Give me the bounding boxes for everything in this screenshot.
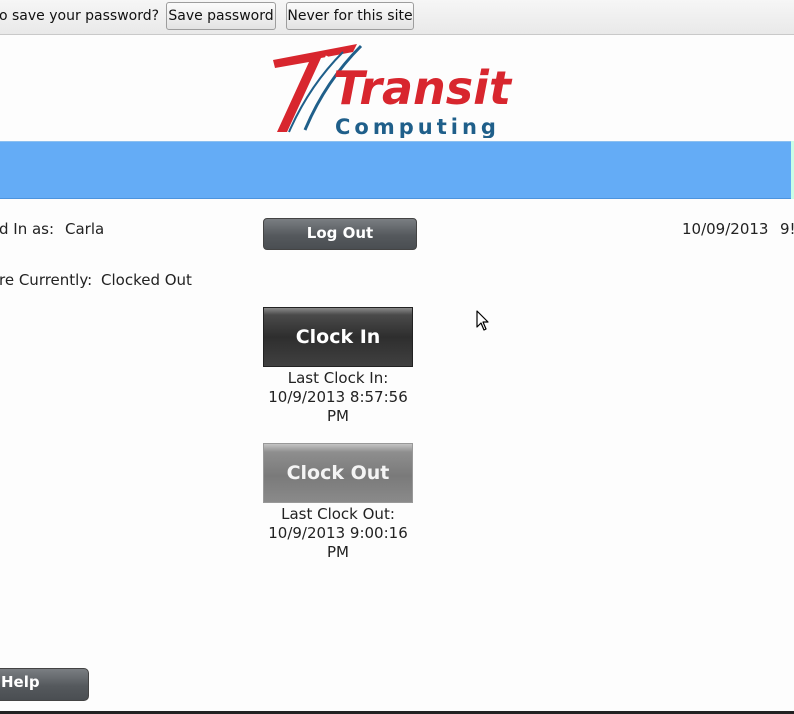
last-clock-in-label: Last Clock In: xyxy=(287,369,389,387)
last-clock-out: Last Clock Out: 10/9/2013 9:00:16 PM xyxy=(258,505,418,562)
current-date: 10/09/2013 xyxy=(682,220,769,238)
status-value: Clocked Out xyxy=(101,271,192,289)
current-time: 9! xyxy=(780,220,794,238)
status-label: re Currently: xyxy=(0,271,93,289)
mouse-cursor-icon xyxy=(476,310,489,331)
password-infobar: o save your password? Save password Neve… xyxy=(0,0,794,35)
logo-wordmark: Transit xyxy=(333,61,513,115)
last-clock-in-datetime: 10/9/2013 8:57:56 xyxy=(268,388,408,406)
transit-computing-logo: Transit Computing xyxy=(273,44,513,138)
save-password-button[interactable]: Save password xyxy=(166,2,276,30)
never-save-button[interactable]: Never for this site xyxy=(286,2,414,30)
last-clock-in: Last Clock In: 10/9/2013 8:57:56 PM xyxy=(258,369,418,426)
save-password-prompt: o save your password? xyxy=(0,8,160,24)
help-button[interactable]: Help xyxy=(0,668,89,701)
last-clock-out-ampm: PM xyxy=(327,543,349,561)
log-out-button[interactable]: Log Out xyxy=(263,218,417,250)
logged-in-user: Carla xyxy=(65,220,105,238)
last-clock-out-datetime: 10/9/2013 9:00:16 xyxy=(268,524,408,542)
logged-in-label: d In as: xyxy=(0,220,55,238)
last-clock-in-ampm: PM xyxy=(327,407,349,425)
logo-tagline: Computing xyxy=(335,115,500,138)
clock-out-button[interactable]: Clock Out xyxy=(263,443,413,503)
clock-in-button[interactable]: Clock In xyxy=(263,307,413,367)
last-clock-out-label: Last Clock Out: xyxy=(281,505,395,523)
header-band xyxy=(0,141,792,199)
